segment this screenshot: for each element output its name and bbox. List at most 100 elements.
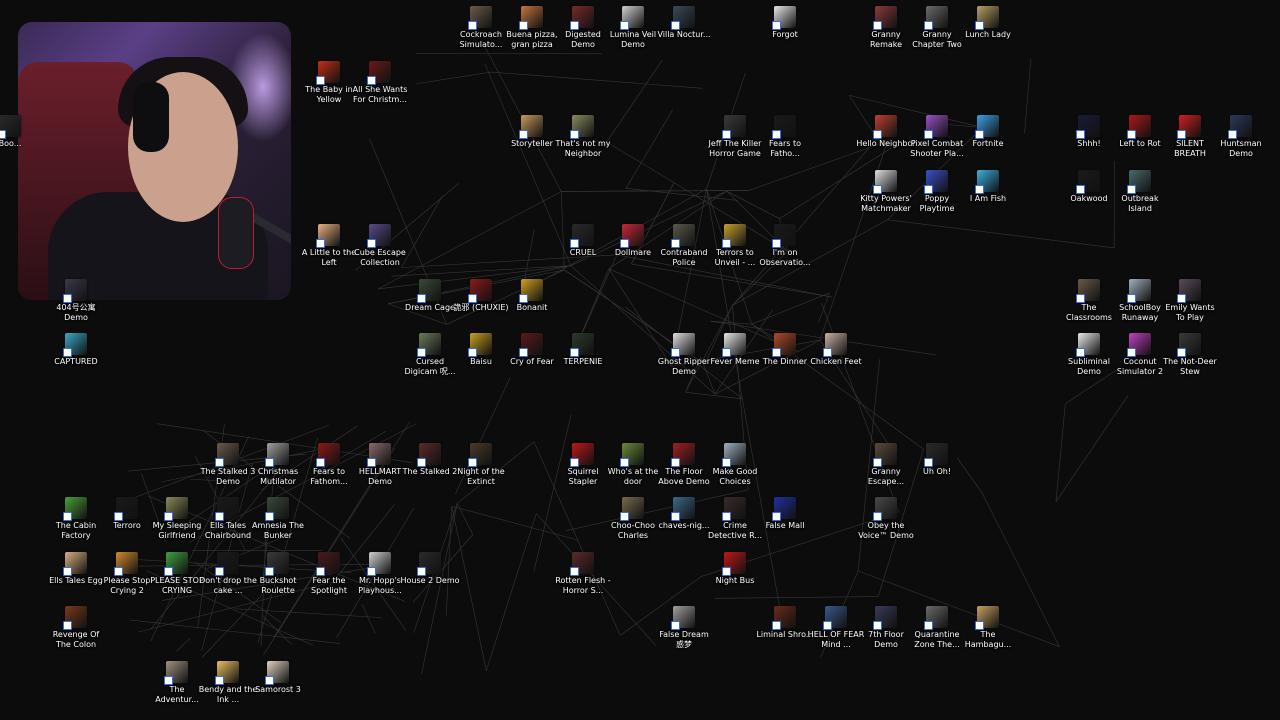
desktop-shortcut[interactable]: Cry of Fear <box>507 333 557 367</box>
desktop-shortcut[interactable]: Revenge Of The Colon <box>51 606 101 650</box>
desktop-shortcut[interactable]: Terrors to Unveil - ... <box>710 224 760 268</box>
desktop-shortcut[interactable]: Uh Oh! <box>912 443 962 477</box>
desktop-shortcut[interactable]: Fear the Spotlight <box>304 552 354 596</box>
app-icon <box>1177 115 1201 139</box>
desktop-shortcut[interactable]: False Mall <box>760 497 810 531</box>
desktop-shortcut[interactable]: Fears to Fatho... <box>760 115 810 159</box>
desktop-shortcut[interactable]: Subliminal Demo <box>1064 333 1114 377</box>
desktop-shortcut[interactable]: Mr. Hopp's Playhous... <box>355 552 405 596</box>
desktop-shortcut[interactable]: Oakwood <box>1064 170 1114 204</box>
desktop-shortcut[interactable]: Obey the Voice™ Demo <box>858 497 914 541</box>
desktop-shortcut[interactable]: 詭邪 (CHUXIE) <box>453 279 509 313</box>
desktop-shortcut[interactable]: Granny Chapter Two <box>912 6 962 50</box>
desktop-shortcut[interactable]: Make Good Choices <box>710 443 760 487</box>
desktop-shortcut[interactable]: CAPTURED <box>51 333 101 367</box>
desktop-shortcut[interactable]: Please Stop Crying 2 <box>102 552 152 596</box>
desktop-shortcut[interactable]: Left to Rot <box>1115 115 1165 149</box>
desktop-shortcut[interactable]: Storyteller <box>507 115 557 149</box>
desktop-shortcut[interactable]: Coconut Simulator 2 <box>1115 333 1165 377</box>
desktop-shortcut[interactable]: Quarantine Zone The... <box>912 606 962 650</box>
desktop-shortcut[interactable]: Choo-Choo Charles <box>608 497 658 541</box>
desktop-shortcut[interactable]: Huntsman Demo <box>1216 115 1266 159</box>
desktop-shortcut[interactable]: Lunch Lady <box>963 6 1013 40</box>
desktop-shortcut[interactable]: Who's at the door <box>608 443 658 487</box>
desktop-shortcut[interactable]: Poppy Playtime <box>912 170 962 214</box>
desktop-shortcut[interactable]: All She Wants For Christm... <box>353 61 407 105</box>
desktop-shortcut[interactable]: Terroro <box>102 497 152 531</box>
desktop-shortcut[interactable]: That's not my Neighbor <box>555 115 611 159</box>
desktop-shortcut[interactable]: The Baby in Yellow <box>304 61 354 105</box>
desktop-shortcut[interactable]: Buckshot Roulette <box>253 552 303 596</box>
desktop-shortcut[interactable]: Don't drop the cake ... <box>199 552 257 596</box>
desktop-shortcut[interactable]: Night Bus <box>710 552 760 586</box>
desktop-shortcut[interactable]: Night of the Extinct <box>456 443 506 487</box>
desktop-shortcut[interactable]: Fears to Fathom... <box>304 443 354 487</box>
desktop-shortcut[interactable]: False Dream 惑梦 <box>659 606 709 650</box>
desktop-shortcut[interactable]: Ells Tales Egg <box>49 552 103 586</box>
desktop-shortcut[interactable]: Buena pizza, gran pizza <box>506 6 558 50</box>
desktop-shortcut[interactable]: The Cabin Factory <box>51 497 101 541</box>
desktop-shortcut[interactable]: The Adventur... <box>152 661 202 705</box>
desktop-shortcut[interactable]: Dollmare <box>608 224 658 258</box>
desktop-shortcut[interactable]: SchoolBoy Runaway <box>1115 279 1165 323</box>
desktop-shortcut[interactable]: My Sleeping Girlfriend <box>152 497 202 541</box>
wallpaper-line <box>732 138 878 306</box>
desktop-shortcut[interactable]: Emily Wants To Play <box>1165 279 1215 323</box>
desktop-shortcut[interactable]: House 2 Demo <box>400 552 460 586</box>
desktop-shortcut[interactable]: I Am Fish <box>963 170 1013 204</box>
desktop-shortcut[interactable]: The Not-Deer Stew <box>1163 333 1217 377</box>
desktop-shortcut[interactable]: Granny Remake <box>861 6 911 50</box>
desktop-shortcut[interactable]: Contraband Police <box>659 224 709 268</box>
desktop-shortcut[interactable]: 404号公寓 Demo <box>51 279 101 323</box>
desktop-shortcut[interactable]: TERPENIE <box>558 333 608 367</box>
desktop-shortcut[interactable]: Fever Meme <box>710 333 760 367</box>
desktop-shortcut[interactable]: The Stalked 3 Demo <box>201 443 255 487</box>
desktop-shortcut[interactable]: Cursed Digicam 呪... <box>405 333 455 377</box>
desktop-shortcut[interactable]: Villa Noctur... <box>657 6 711 40</box>
desktop-shortcut[interactable]: Outbreak Island <box>1115 170 1165 214</box>
desktop-shortcut[interactable]: Liminal Shro... <box>756 606 814 640</box>
desktop-shortcut[interactable]: PLEASE STOP CRYING <box>150 552 204 596</box>
desktop-shortcut[interactable]: The Dinner <box>760 333 810 367</box>
desktop-shortcut[interactable]: CRUEL <box>558 224 608 258</box>
desktop-shortcut[interactable]: I'm on Observatio... <box>759 224 811 268</box>
desktop-shortcut[interactable]: Shhh! <box>1064 115 1114 149</box>
desktop-shortcut[interactable]: Digested Demo <box>558 6 608 50</box>
desktop-shortcut[interactable]: Jeff The Killer Horror Game <box>709 115 761 159</box>
desktop-shortcut[interactable]: The Hambagu... <box>963 606 1013 650</box>
desktop-shortcut[interactable]: 7th Floor Demo <box>861 606 911 650</box>
desktop-shortcut[interactable]: The Floor Above Demo <box>658 443 710 487</box>
wallpaper-line <box>456 503 474 535</box>
desktop-shortcut[interactable]: Cockroach Simulato... <box>456 6 506 50</box>
desktop-shortcut[interactable]: HELLMART Demo <box>355 443 405 487</box>
desktop-shortcut[interactable]: Lumina Veil Demo <box>608 6 658 50</box>
desktop-shortcut[interactable]: Bendy and the Ink ... <box>199 661 257 705</box>
desktop-shortcut[interactable]: The Stalked 2 <box>403 443 457 477</box>
app-icon <box>873 6 897 30</box>
desktop-shortcut[interactable]: Fortnite <box>963 115 1013 149</box>
desktop-shortcut[interactable]: Dream Cage <box>405 279 455 313</box>
desktop-shortcut[interactable]: Baisu <box>456 333 506 367</box>
desktop-shortcut[interactable]: The Classrooms <box>1064 279 1114 323</box>
desktop-shortcut[interactable]: Boo... <box>0 115 35 149</box>
desktop-shortcut[interactable]: Forgot <box>760 6 810 40</box>
desktop-shortcut[interactable]: Ghost Ripper Demo <box>658 333 710 377</box>
desktop-shortcut[interactable]: Ells Tales Chairbound <box>203 497 253 541</box>
desktop-shortcut[interactable]: Samorost 3 <box>253 661 303 695</box>
desktop-shortcut[interactable]: HELL OF FEAR Mind ... <box>808 606 864 650</box>
desktop-shortcut[interactable]: chaves-nig... <box>658 497 710 531</box>
desktop-shortcut[interactable]: SILENT BREATH <box>1165 115 1215 159</box>
desktop-shortcut[interactable]: A Little to the Left <box>302 224 356 268</box>
desktop-shortcut[interactable]: Hello Neighbor <box>856 115 916 149</box>
desktop-shortcut[interactable]: Pixel Combat Shooter Pla... <box>910 115 964 159</box>
desktop-shortcut[interactable]: Crime Detective R... <box>708 497 762 541</box>
desktop-shortcut[interactable]: Cube Escape Collection <box>354 224 406 268</box>
desktop-shortcut[interactable]: Christmas Mutilator <box>253 443 303 487</box>
desktop-shortcut[interactable]: Bonanit <box>507 279 557 313</box>
desktop-shortcut[interactable]: Squirrel Stapler <box>558 443 608 487</box>
desktop-shortcut[interactable]: Kitty Powers' Matchmaker <box>860 170 912 214</box>
desktop-shortcut[interactable]: Chicken Feet <box>810 333 862 367</box>
desktop-shortcut[interactable]: Amnesia The Bunker <box>252 497 304 541</box>
desktop-shortcut[interactable]: Rotten Flesh - Horror S... <box>555 552 611 596</box>
desktop-shortcut[interactable]: Granny Escape... <box>861 443 911 487</box>
